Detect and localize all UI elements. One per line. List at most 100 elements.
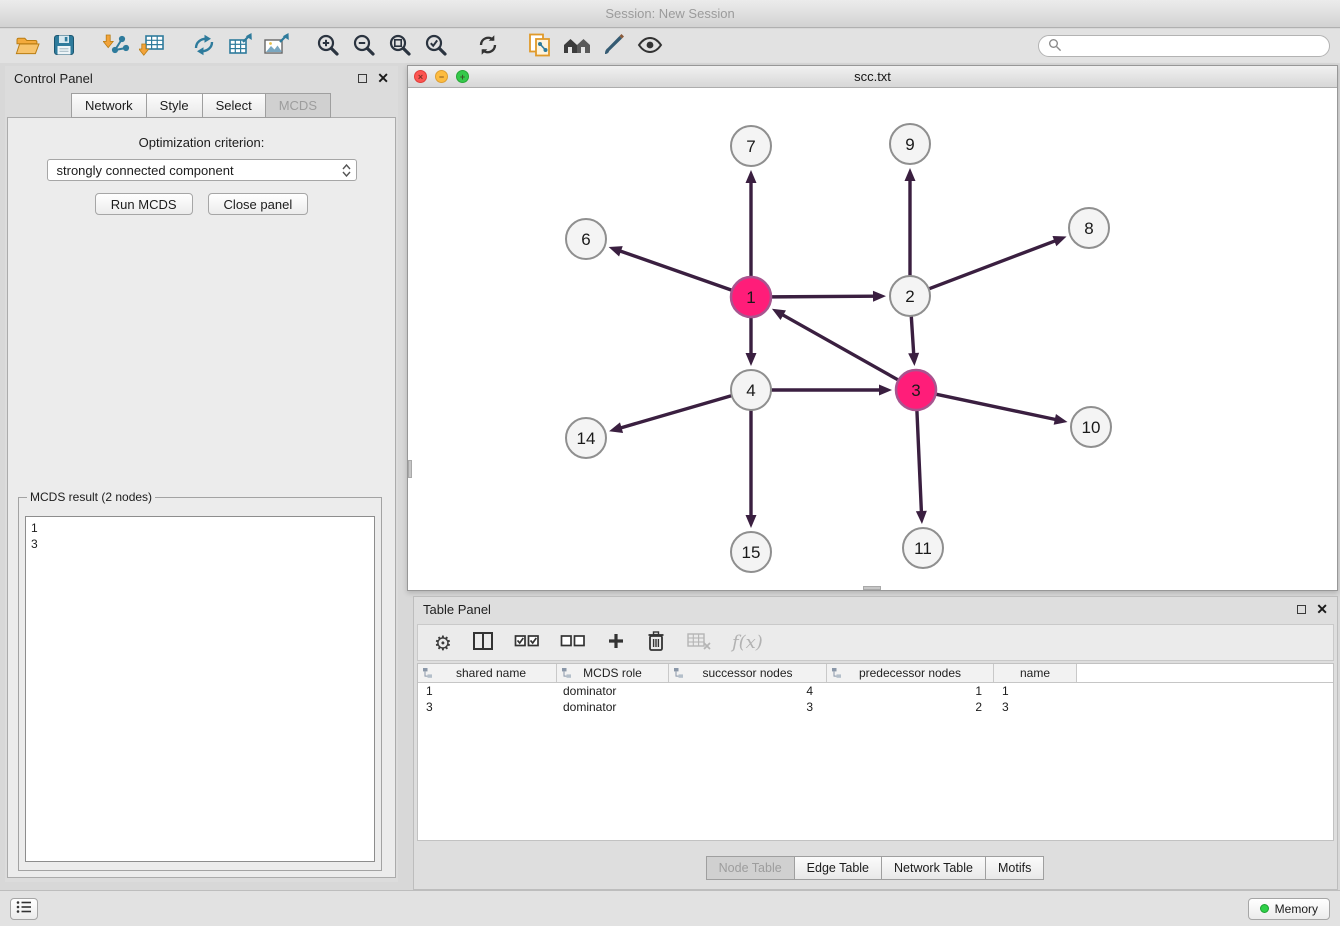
network-window-titlebar[interactable]: scc.txt × − + (408, 66, 1337, 88)
graph-edge-1-6[interactable] (619, 251, 731, 290)
zoom-in-icon (315, 32, 341, 61)
column-header-predecessor-nodes[interactable]: predecessor nodes (827, 664, 994, 682)
graph-edge-4-14[interactable] (620, 396, 731, 428)
export-image-button[interactable] (261, 31, 291, 61)
cell-mcds-role[interactable]: dominator (557, 699, 669, 715)
network-canvas[interactable]: 7968124314101511 (408, 88, 1337, 590)
cell-predecessor-nodes[interactable]: 1 (827, 683, 994, 699)
node-table: shared name MCDS role successor nodes pr… (417, 663, 1334, 841)
delete-table-button[interactable] (686, 631, 712, 654)
mcds-result-box: MCDS result (2 nodes) 1 3 (18, 490, 382, 871)
function-builder-button[interactable]: f(x) (732, 632, 763, 653)
close-panel-icon[interactable]: ✕ (377, 71, 389, 85)
graph-edge-3-1[interactable] (781, 314, 897, 380)
zoom-in-button[interactable] (313, 31, 343, 61)
close-panel-button[interactable]: Close panel (208, 193, 309, 215)
tab-style[interactable]: Style (146, 93, 203, 118)
cell-shared-name[interactable]: 3 (418, 699, 557, 715)
import-network-button[interactable] (101, 31, 131, 61)
graph-edge-2-8[interactable] (930, 240, 1057, 288)
graph-edge-2-3[interactable] (911, 317, 913, 355)
minimize-window-button[interactable]: − (435, 70, 448, 83)
zoom-fit-button[interactable] (385, 31, 415, 61)
open-session-button[interactable] (13, 31, 43, 61)
graph-node-label-11: 11 (914, 539, 932, 558)
task-history-button[interactable] (10, 898, 38, 920)
tab-node-table[interactable]: Node Table (706, 856, 795, 880)
cell-shared-name[interactable]: 1 (418, 683, 557, 699)
unselect-all-columns-button[interactable] (560, 632, 586, 653)
memory-button[interactable]: Memory (1248, 898, 1330, 920)
column-header-successor-nodes[interactable]: successor nodes (669, 664, 827, 682)
cell-predecessor-nodes[interactable]: 2 (827, 699, 994, 715)
tab-network[interactable]: Network (71, 93, 147, 118)
show-hide-button[interactable] (635, 31, 665, 61)
clone-network-button[interactable] (189, 31, 219, 61)
search-box[interactable] (1038, 35, 1330, 57)
graph-arrowhead-2-3 (908, 353, 919, 366)
memory-status-dot (1260, 904, 1269, 913)
table-row[interactable]: 1 dominator 4 1 1 (418, 683, 1333, 699)
criterion-dropdown[interactable]: strongly connected component (47, 159, 357, 181)
close-table-panel-icon[interactable]: ✕ (1316, 602, 1328, 616)
tab-edge-table[interactable]: Edge Table (794, 856, 882, 880)
tab-mcds[interactable]: MCDS (265, 93, 331, 118)
zoom-selected-icon (423, 32, 449, 61)
cell-successor-nodes[interactable]: 3 (669, 699, 827, 715)
float-panel-button[interactable] (358, 74, 367, 83)
maximize-window-button[interactable]: + (456, 70, 469, 83)
cell-mcds-role[interactable]: dominator (557, 683, 669, 699)
save-session-button[interactable] (49, 31, 79, 61)
table-row[interactable]: 3 dominator 3 2 3 (418, 699, 1333, 715)
apply-style-button[interactable] (599, 31, 629, 61)
control-panel-header: Control Panel ✕ (5, 66, 398, 90)
export-table-button[interactable] (225, 31, 255, 61)
float-table-panel-button[interactable] (1297, 605, 1306, 614)
column-header-mcds-role[interactable]: MCDS role (557, 664, 669, 682)
graph-edge-1-2[interactable] (772, 296, 875, 297)
graph-edge-3-11[interactable] (917, 411, 922, 513)
refresh-button[interactable] (473, 31, 503, 61)
criterion-dropdown-value: strongly connected component (57, 163, 234, 178)
table-settings-button[interactable]: ⚙ (434, 631, 452, 655)
run-mcds-button[interactable]: Run MCDS (95, 193, 193, 215)
first-neighbors-button[interactable] (525, 31, 555, 61)
mcds-result-item[interactable]: 3 (31, 536, 369, 552)
control-panel-title: Control Panel (14, 71, 93, 86)
refresh-icon (475, 32, 501, 61)
cell-name[interactable]: 3 (994, 699, 1077, 715)
tab-network-table[interactable]: Network Table (881, 856, 986, 880)
memory-button-label: Memory (1275, 902, 1318, 916)
v-scroll-handle[interactable] (408, 460, 412, 478)
column-header-name[interactable]: name (994, 664, 1077, 682)
window-titlebar: Session: New Session (0, 0, 1340, 28)
graph-node-label-14: 14 (577, 429, 596, 448)
cell-successor-nodes[interactable]: 4 (669, 683, 827, 699)
table-toolbar: ⚙ (417, 624, 1334, 661)
eye-icon (636, 33, 664, 60)
delete-column-button[interactable] (646, 630, 666, 655)
image-export-icon (262, 32, 290, 61)
network-view-window: scc.txt × − + 7968124314101511 (407, 65, 1338, 591)
select-all-columns-button[interactable] (514, 632, 540, 653)
column-header-shared-name[interactable]: shared name (418, 664, 557, 682)
close-window-button[interactable]: × (414, 70, 427, 83)
table-panel-header: Table Panel ✕ (414, 597, 1337, 621)
import-table-button[interactable] (137, 31, 167, 61)
zoom-selected-button[interactable] (421, 31, 451, 61)
tab-select[interactable]: Select (202, 93, 266, 118)
table-delete-icon (686, 631, 712, 654)
zoom-out-button[interactable] (349, 31, 379, 61)
create-column-button[interactable] (606, 631, 626, 654)
column-header-filler (1077, 664, 1333, 682)
network-overview-button[interactable] (561, 31, 593, 61)
mcds-result-list[interactable]: 1 3 (25, 516, 375, 862)
h-scroll-handle[interactable] (863, 586, 881, 590)
tab-motifs[interactable]: Motifs (985, 856, 1044, 880)
mcds-result-item[interactable]: 1 (31, 520, 369, 536)
graph-edge-3-10[interactable] (937, 394, 1057, 419)
search-input[interactable] (1068, 39, 1320, 53)
houses-icon (561, 33, 593, 60)
cell-name[interactable]: 1 (994, 683, 1077, 699)
show-columns-button[interactable] (472, 630, 494, 655)
